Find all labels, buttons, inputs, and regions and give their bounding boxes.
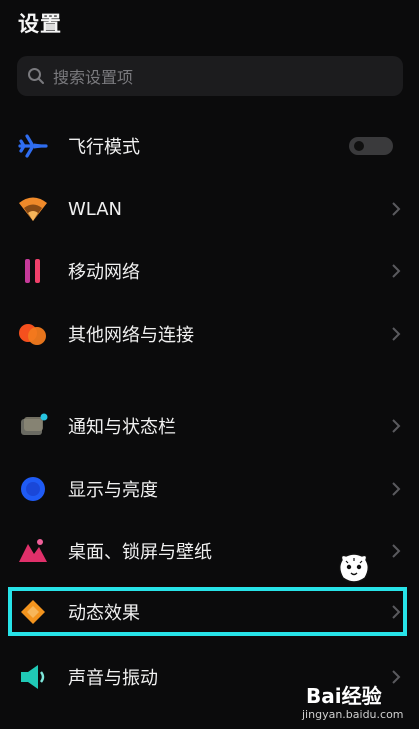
setting-label: WLAN xyxy=(68,198,123,220)
highlight-box xyxy=(8,587,407,636)
watermark-site: jingyan.baidu.com xyxy=(302,708,404,721)
watermark-brand: Bai经验 xyxy=(306,684,382,708)
setting-notifications[interactable]: 通知与状态栏 xyxy=(0,398,419,454)
setting-label: 显示与亮度 xyxy=(68,480,158,501)
search-icon xyxy=(28,68,44,84)
wallpaper-icon xyxy=(19,539,47,562)
setting-mobile-network[interactable]: 移动网络 xyxy=(0,243,419,299)
search-bar[interactable]: 搜索设置项 xyxy=(17,56,403,96)
chevron-right-icon xyxy=(392,202,401,216)
chevron-right-icon xyxy=(392,419,401,433)
setting-label: 飞行模式 xyxy=(68,137,140,158)
page-title: 设置 xyxy=(18,12,62,36)
chevron-right-icon xyxy=(392,327,401,341)
speaker-icon xyxy=(21,665,45,689)
airplane-icon xyxy=(18,134,48,158)
setting-airplane-mode[interactable]: 飞行模式 xyxy=(0,118,419,174)
setting-other-networks[interactable]: 其他网络与连接 xyxy=(0,306,419,362)
chevron-right-icon xyxy=(392,482,401,496)
wifi-icon xyxy=(19,197,47,221)
tiger-face-icon xyxy=(339,553,369,583)
setting-label: 其他网络与连接 xyxy=(68,325,194,346)
display-icon xyxy=(21,477,45,501)
setting-label: 通知与状态栏 xyxy=(68,417,176,438)
chevron-right-icon xyxy=(392,544,401,558)
setting-label: 移动网络 xyxy=(68,262,140,283)
search-placeholder: 搜索设置项 xyxy=(53,68,134,87)
setting-wlan[interactable]: WLAN xyxy=(0,181,419,237)
mobile-data-icon xyxy=(25,259,40,283)
setting-label: 声音与振动 xyxy=(68,668,158,689)
setting-display-brightness[interactable]: 显示与亮度 xyxy=(0,461,419,517)
connection-icon xyxy=(19,324,46,345)
setting-label: 桌面、锁屏与壁纸 xyxy=(68,542,212,563)
chevron-right-icon xyxy=(392,264,401,278)
notification-icon xyxy=(21,413,48,435)
airplane-mode-toggle[interactable] xyxy=(349,137,393,155)
baidu-jingyan-watermark: Bai经验 jingyan.baidu.com xyxy=(300,678,414,726)
